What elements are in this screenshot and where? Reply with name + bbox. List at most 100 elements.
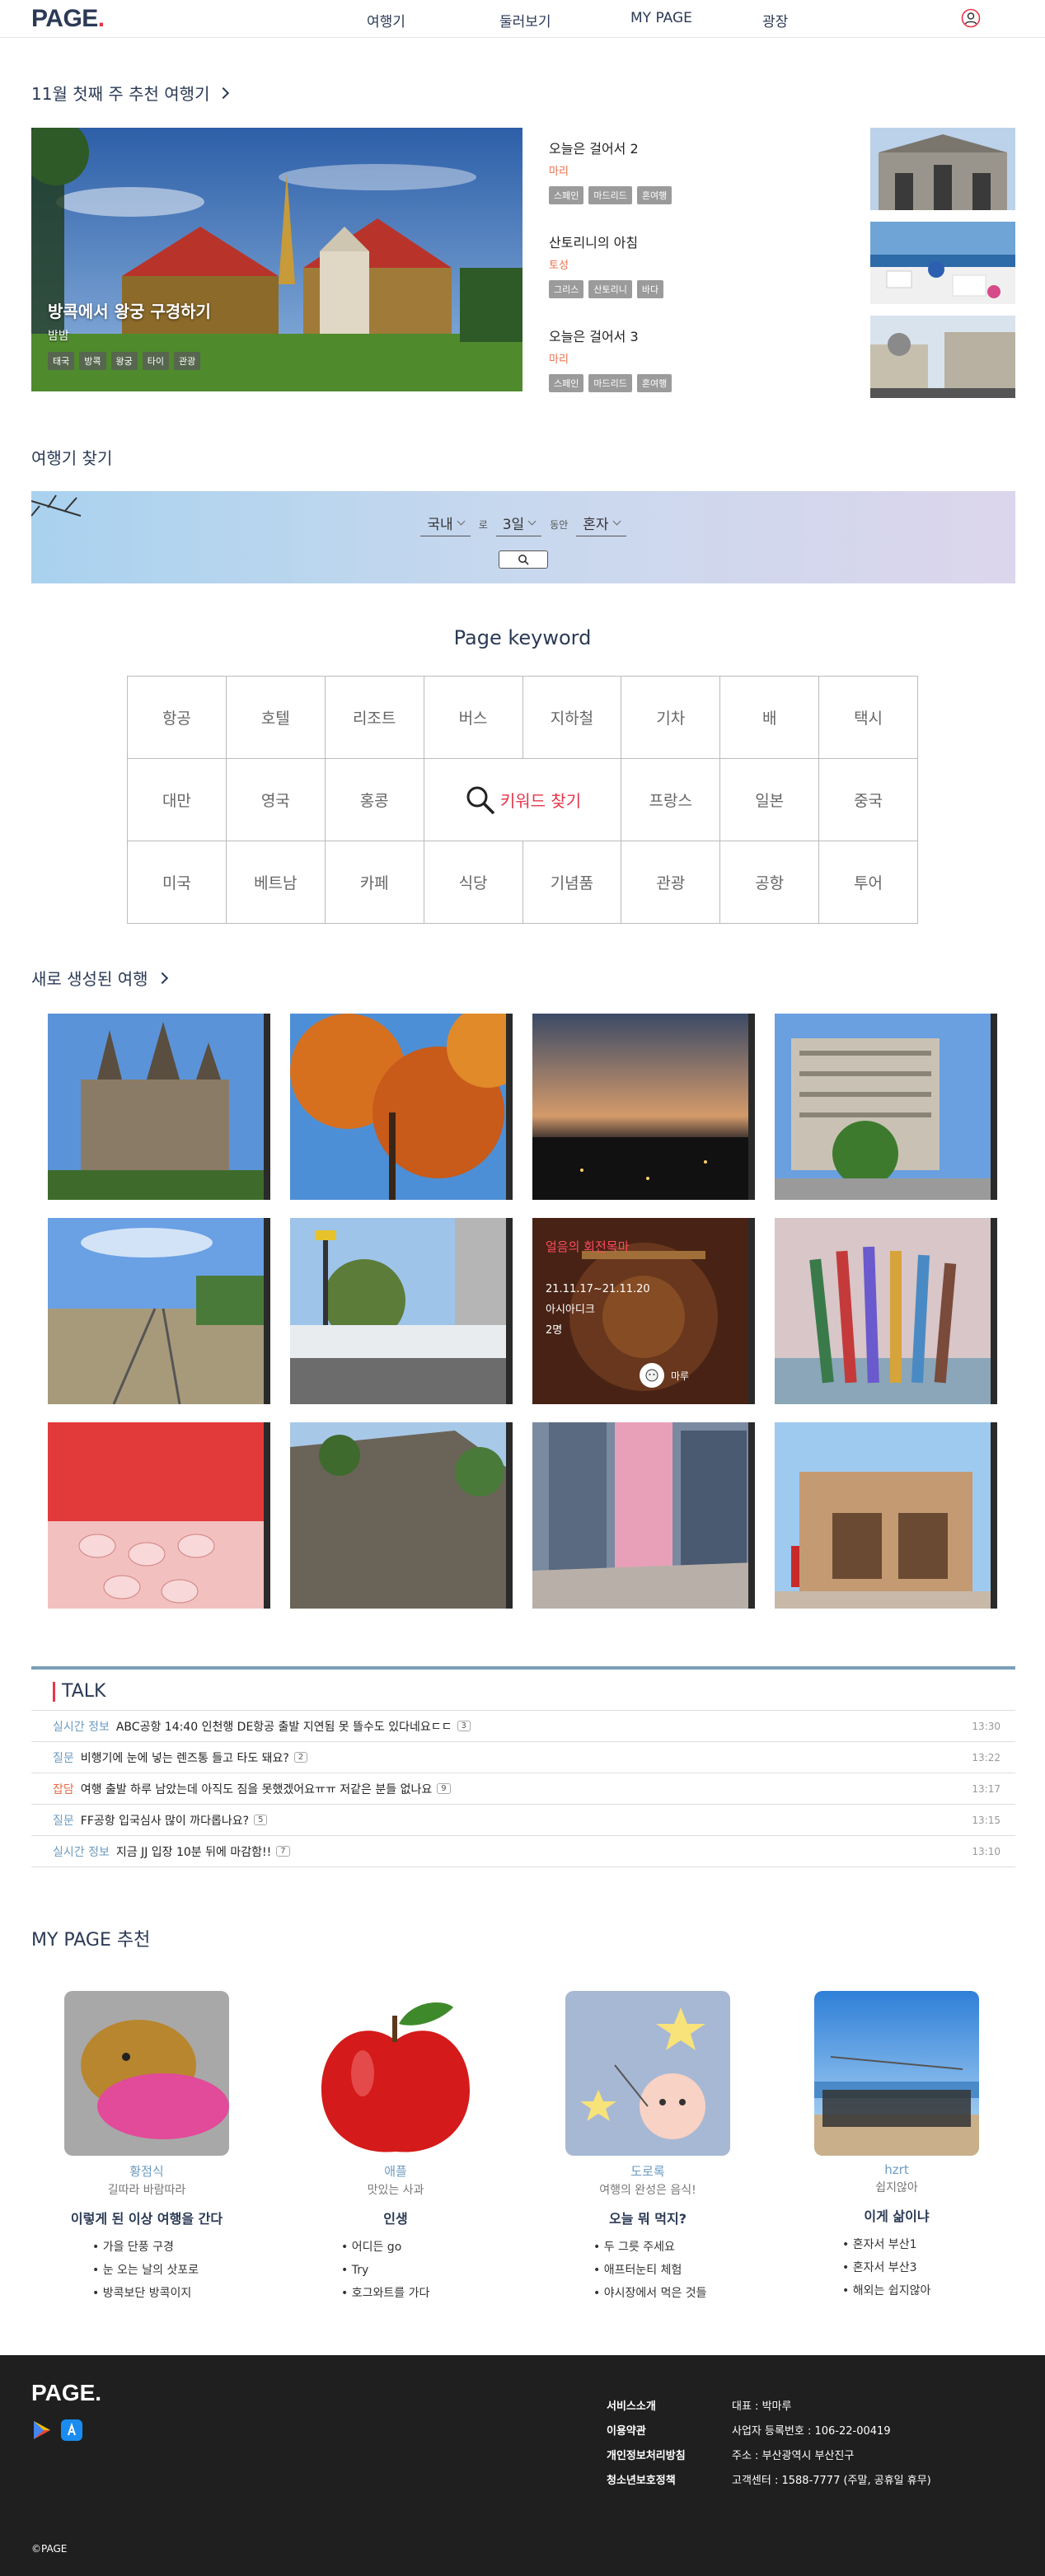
- keyword-cell[interactable]: 카페: [325, 841, 424, 924]
- footer-link[interactable]: 서비스소개: [607, 2395, 686, 2419]
- tag[interactable]: 혼여행: [636, 186, 672, 204]
- footer-link[interactable]: 이용약관: [607, 2419, 686, 2444]
- keyword-row: 항공 호텔 리조트 버스 지하철 기차 배 택시: [128, 677, 918, 759]
- keyword-cell[interactable]: 기념품: [522, 841, 622, 924]
- tag[interactable]: 산토리니: [588, 280, 632, 298]
- tag[interactable]: 마드리드: [588, 374, 632, 392]
- keyword-cell[interactable]: 베트남: [226, 841, 326, 924]
- duration-select[interactable]: 3일: [495, 513, 542, 536]
- search-button[interactable]: [499, 550, 548, 569]
- tag[interactable]: 관광: [174, 352, 201, 370]
- list-item[interactable]: 애프터눈티 체험: [593, 2259, 730, 2282]
- footer-logo[interactable]: PAGE.: [31, 2380, 101, 2406]
- weekly-list-item[interactable]: 오늘은 걸어서 3 마리 스페인 마드리드 혼여행: [549, 316, 1015, 410]
- google-play-icon[interactable]: [31, 2419, 53, 2441]
- trip-photo[interactable]: [48, 1422, 270, 1609]
- new-trips-title[interactable]: 새로 생성된 여행: [31, 966, 168, 990]
- tag[interactable]: 그리스: [549, 280, 584, 298]
- keyword-cell[interactable]: 버스: [424, 677, 523, 759]
- keyword-cell[interactable]: 리조트: [325, 677, 424, 759]
- app-store-icon[interactable]: [61, 2419, 82, 2441]
- keyword-cell[interactable]: 미국: [128, 841, 227, 924]
- weekly-list-item[interactable]: 오늘은 걸어서 2 마리 스페인 마드리드 혼여행: [549, 128, 1015, 222]
- tag[interactable]: 스페인: [549, 374, 584, 392]
- tag[interactable]: 혼여행: [636, 374, 672, 392]
- trip-photo[interactable]: [290, 1422, 513, 1609]
- railway-photo: [48, 1218, 270, 1404]
- footer-link[interactable]: 개인정보처리방침: [607, 2444, 686, 2469]
- mypage-card[interactable]: hzrt 쉽지않아 이게 삶이냐 혼자서 부산1 혼자서 부산3 해외는 쉽지않…: [814, 1991, 979, 2302]
- nav-item-explore[interactable]: 둘러보기: [499, 10, 551, 30]
- list-item[interactable]: 호그와트를 가다: [341, 2282, 478, 2305]
- nav-item-travelogue[interactable]: 여행기: [367, 10, 405, 30]
- companion-select[interactable]: 혼자: [576, 513, 626, 536]
- trip-photo-highlighted[interactable]: 얼음의 회전목마 21.11.17~21.11.20 아시아디크 2명 마루: [532, 1218, 755, 1404]
- featured-travelogue[interactable]: 방콕에서 왕궁 구경하기 밤밤 태국 방콕 왕궁 타이 관광: [31, 128, 522, 391]
- keyword-cell[interactable]: 홍콩: [325, 759, 424, 841]
- talk-row[interactable]: 실시간 정보 지금 JJ 입장 10분 뒤에 마감함!! 7 13:10: [31, 1836, 1015, 1867]
- nav-item-mypage[interactable]: MY PAGE: [630, 10, 692, 26]
- app-store-links: [31, 2419, 82, 2441]
- keyword-cell[interactable]: 대만: [128, 759, 227, 841]
- region-select[interactable]: 국내: [420, 513, 471, 536]
- trip-photo[interactable]: [290, 1014, 513, 1200]
- keyword-search-button[interactable]: 키워드 찾기: [424, 759, 622, 841]
- footer-link[interactable]: 청소년보호정책: [607, 2469, 686, 2494]
- trip-photo[interactable]: [48, 1218, 270, 1404]
- logo[interactable]: PAGE.: [31, 5, 105, 33]
- list-item[interactable]: 어디든 go: [341, 2236, 478, 2259]
- keyword-cell[interactable]: 공항: [720, 841, 820, 924]
- list-item[interactable]: 두 그릇 주세요: [593, 2236, 730, 2259]
- keyword-cell[interactable]: 항공: [128, 677, 227, 759]
- weekly-list-item[interactable]: 산토리니의 아침 토성 그리스 산토리니 바다: [549, 222, 1015, 316]
- user-icon[interactable]: [961, 8, 981, 28]
- list-item[interactable]: 방콕보단 방콕이지: [92, 2282, 229, 2305]
- tag[interactable]: 타이: [142, 352, 169, 370]
- weekly-section-title[interactable]: 11월 첫째 주 추천 여행기: [31, 81, 230, 105]
- tag[interactable]: 왕궁: [110, 352, 138, 370]
- keyword-cell[interactable]: 일본: [720, 759, 820, 841]
- list-item[interactable]: 눈 오는 날의 삿포로: [92, 2259, 229, 2282]
- keyword-cell[interactable]: 호텔: [226, 677, 326, 759]
- list-item[interactable]: Try: [341, 2259, 478, 2282]
- keyword-cell[interactable]: 관광: [621, 841, 721, 924]
- list-item[interactable]: 해외는 쉽지않아: [842, 2279, 979, 2302]
- tag[interactable]: 태국: [48, 352, 75, 370]
- keyword-cell[interactable]: 배: [720, 677, 820, 759]
- talk-row[interactable]: 질문 FF공항 입국심사 많이 까다롭나요? 5 13:15: [31, 1805, 1015, 1836]
- list-item[interactable]: 혼자서 부산3: [842, 2256, 979, 2279]
- keyword-cell[interactable]: 지하철: [522, 677, 622, 759]
- keyword-cell[interactable]: 기차: [621, 677, 721, 759]
- talk-row[interactable]: 질문 비행기에 눈에 넣는 렌즈통 들고 타도 돼요? 2 13:22: [31, 1742, 1015, 1773]
- keyword-cell[interactable]: 식당: [424, 841, 523, 924]
- talk-row[interactable]: 잡담 여행 출발 하루 남았는데 아직도 짐을 못했겠어요ㅠㅠ 저같은 분들 없…: [31, 1773, 1015, 1805]
- santorini-thumbnail: [870, 222, 1015, 304]
- tag[interactable]: 마드리드: [588, 186, 632, 204]
- list-item[interactable]: 혼자서 부산1: [842, 2233, 979, 2256]
- keyword-cell[interactable]: 중국: [819, 759, 918, 841]
- mypage-card[interactable]: 황점식 길따라 바람따라 이렇게 된 이상 여행을 간다 가을 단풍 구경 눈 …: [64, 1991, 229, 2305]
- trip-photo[interactable]: [775, 1422, 997, 1609]
- keyword-cell[interactable]: 투어: [819, 841, 918, 924]
- list-item[interactable]: 야시장에서 먹은 것들: [593, 2282, 730, 2305]
- trip-photo[interactable]: [775, 1014, 997, 1200]
- trip-photo[interactable]: [532, 1422, 755, 1609]
- madrid-gate-thumbnail: [870, 128, 1015, 210]
- keyword-cell[interactable]: 택시: [819, 677, 918, 759]
- tag[interactable]: 방콕: [79, 352, 106, 370]
- talk-row[interactable]: 실시간 정보 ABC공항 14:40 인천행 DE항공 출발 지연됨 못 뜰수도…: [31, 1711, 1015, 1742]
- trip-author[interactable]: 마루: [640, 1363, 689, 1388]
- mypage-card[interactable]: 도로록 여행의 완성은 음식! 오늘 뭐 먹지? 두 그릇 주세요 애프터눈티 …: [565, 1991, 730, 2305]
- keyword-cell[interactable]: 영국: [226, 759, 326, 841]
- keyword-cell[interactable]: 프랑스: [621, 759, 721, 841]
- trip-photo[interactable]: [532, 1014, 755, 1200]
- mypage-card[interactable]: 애플 맛있는 사과 인생 어디든 go Try 호그와트를 가다: [313, 1991, 478, 2305]
- trip-title: 얼음의 회전목마: [546, 1239, 630, 1254]
- list-item[interactable]: 가을 단풍 구경: [92, 2236, 229, 2259]
- tag[interactable]: 스페인: [549, 186, 584, 204]
- trip-photo[interactable]: [775, 1218, 997, 1404]
- tag[interactable]: 바다: [636, 280, 664, 298]
- trip-photo[interactable]: [290, 1218, 513, 1404]
- nav-item-square[interactable]: 광장: [762, 10, 788, 30]
- trip-photo[interactable]: [48, 1014, 270, 1200]
